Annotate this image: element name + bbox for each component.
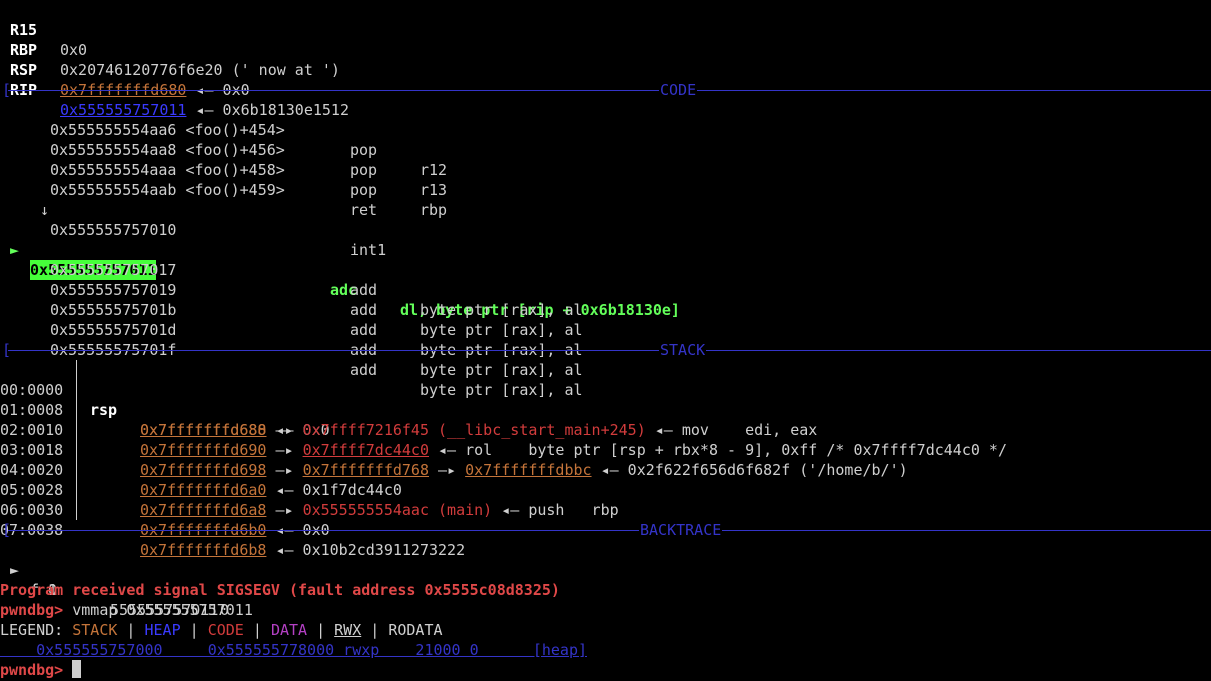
- prompt: pwndbg>: [0, 661, 64, 679]
- stack-row: 00:0000 rsp 0x7fffffffd680 ◂— 0x0: [0, 360, 1211, 439]
- backtrace-frame: f 1 0: [0, 560, 1211, 619]
- stack-row: 01:0008 0x7fffffffd688 —▸ 0x7ffff7216f45…: [0, 380, 1211, 439]
- separator-line: [8, 90, 1211, 91]
- code-line: 0x55555575701b add byte ptr [rax], al: [0, 280, 1211, 359]
- code-line: 0x55555575701f add byte ptr [rax], al: [0, 320, 1211, 399]
- legend-prefix: LEGEND:: [0, 621, 73, 639]
- legend-line: LEGEND: STACK | HEAP | CODE | DATA | RWX…: [0, 620, 1211, 640]
- code-line: 0x55555575701d add byte ptr [rax], al: [0, 300, 1211, 379]
- legend-stack: STACK: [72, 621, 118, 639]
- stack-row: 04:0020 0x7fffffffd6a0 ◂— 0x1f7dc44c0: [0, 440, 1211, 499]
- legend-separator: |: [361, 621, 389, 639]
- stack-row: 05:0028 0x7fffffffd6a8 —▸ 0x555555554aac…: [0, 460, 1211, 519]
- section-title-stack: STACK: [659, 340, 707, 360]
- flow-arrow-row: ↓: [0, 180, 1211, 219]
- code-line: 0x555555554aab <foo()+459> ret: [0, 160, 1211, 219]
- current-instruction: ► 0x555555757011 adc dl, byte ptr [rip +…: [0, 220, 1211, 319]
- legend-data: DATA: [270, 621, 308, 639]
- code-line: 0x555555757017 add byte ptr [rax], al: [0, 240, 1211, 319]
- code-line: 0x555555554aa6 <foo()+454> pop r12: [0, 100, 1211, 179]
- command-text: vmmap 0x555555757011: [63, 601, 253, 619]
- register-r15: R15 0x0: [0, 0, 87, 59]
- legend-separator: |: [117, 621, 145, 639]
- terminal-cursor[interactable]: [72, 660, 82, 678]
- vmmap-entry[interactable]: 0x555555757000 0x555555778000 rwxp 21000…: [0, 640, 587, 660]
- legend-separator: |: [243, 621, 271, 639]
- stack-row: 06:0030 0x7fffffffd6b0 ◂— 0x0: [0, 480, 1211, 539]
- legend-rodata: RODATA: [388, 621, 443, 639]
- legend-separator: |: [180, 621, 208, 639]
- section-title-code: CODE: [659, 80, 698, 100]
- stack-row: 07:0038 0x7fffffffd6b8 ◂— 0x10b2cd391127…: [0, 500, 1211, 559]
- separator-line: [8, 530, 1211, 531]
- section-title-backtrace: BACKTRACE: [639, 520, 723, 540]
- signal-message: Program received signal SIGSEGV (fault a…: [0, 581, 560, 599]
- code-line: 0x555555554aaa <foo()+458> pop rbp: [0, 140, 1211, 219]
- stack-separator: [ STACK: [0, 340, 1211, 360]
- code-separator: [ CODE: [0, 80, 1211, 100]
- legend-rwx: RWX: [334, 621, 362, 639]
- legend-separator: |: [307, 621, 335, 639]
- code-line: 0x555555554aa8 <foo()+456> pop r13: [0, 120, 1211, 199]
- separator-line: [8, 350, 1211, 351]
- register-rip: RIP 0x555555757011 ◂— 0x6b18130e1512: [0, 60, 1211, 119]
- legend-code: CODE: [207, 621, 244, 639]
- input-line[interactable]: pwndbg>: [0, 660, 1211, 680]
- register-rsp: RSP 0x7fffffffd680 ◂— 0x0: [0, 40, 1211, 99]
- prompt: pwndbg>: [0, 601, 64, 619]
- legend-heap: HEAP: [144, 621, 181, 639]
- code-line: 0x555555757019 add byte ptr [rax], al: [0, 260, 1211, 339]
- backtrace-separator: [ BACKTRACE: [0, 520, 1211, 540]
- command-line: pwndbg> vmmap 0x555555757011: [0, 600, 1211, 620]
- stack-row: 02:0010 0x7fffffffd690 —▸ 0x7ffff7dc44c0…: [0, 400, 1211, 459]
- code-line: 0x555555757010 int1: [0, 200, 1211, 259]
- register-rbp: RBP 0x20746120776f6e20 (' now at '): [0, 20, 340, 79]
- stack-row: 03:0018 0x7fffffffd698 —▸ 0x7fffffffd768…: [0, 420, 1211, 479]
- backtrace-frame: ► f 0 555555757011: [0, 540, 1211, 619]
